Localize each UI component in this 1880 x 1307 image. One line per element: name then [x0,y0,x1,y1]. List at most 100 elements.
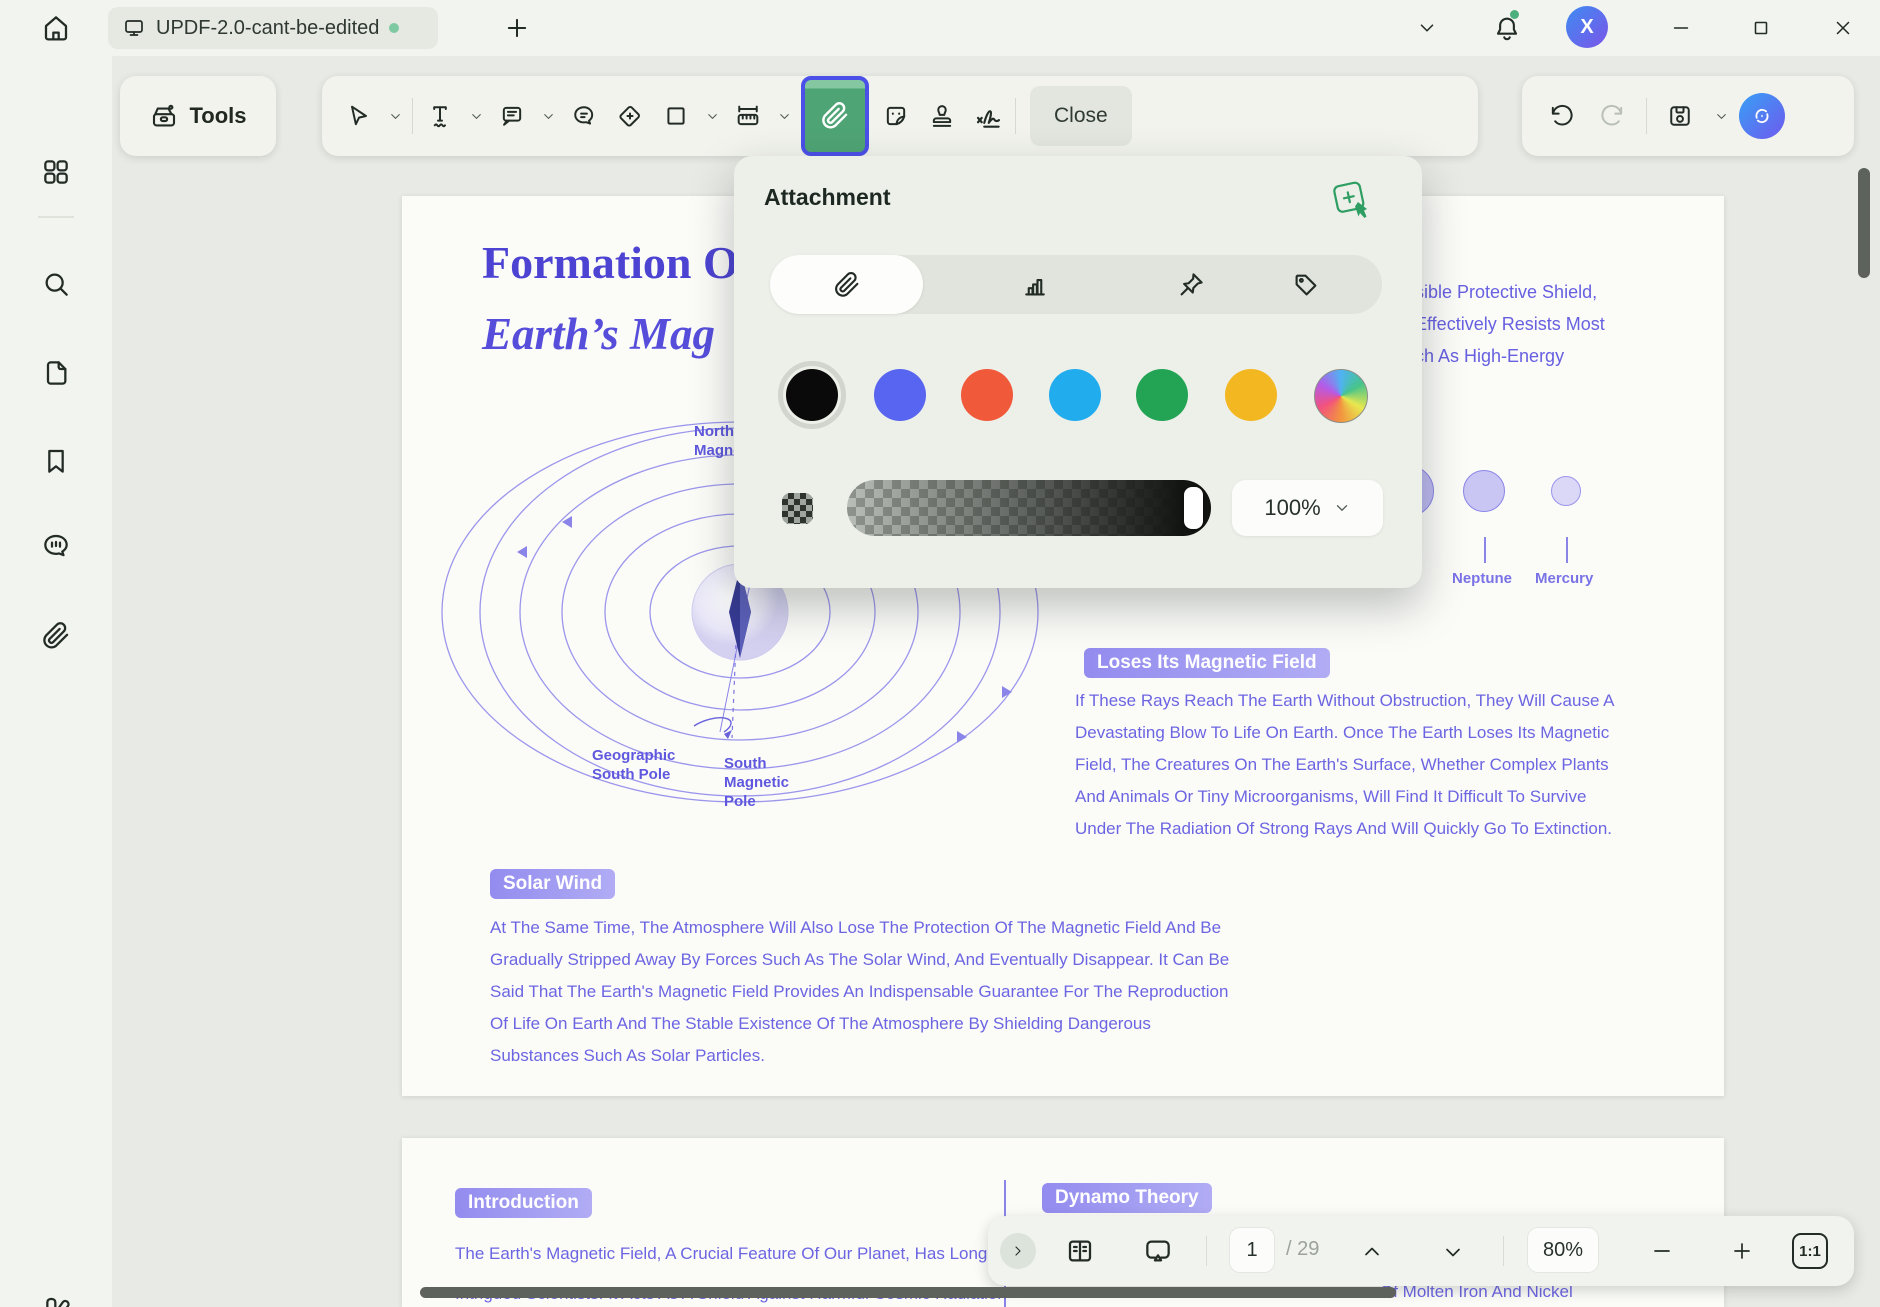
horizontal-scrollbar[interactable] [420,1287,1396,1298]
history-save-toolbar [1522,76,1854,156]
close-window-button[interactable] [1830,17,1856,39]
planet-circle-neptune [1463,470,1505,512]
toolbar-divider [412,98,413,134]
tab-attachment[interactable] [770,255,923,314]
popup-title: Attachment [764,184,891,210]
eraser-plus-button[interactable] [607,88,653,144]
close-label: Close [1054,104,1108,127]
page-layout-button[interactable] [1064,1235,1096,1267]
vertical-scrollbar[interactable] [1858,168,1870,278]
bookmark-icon[interactable] [40,445,72,477]
tools-button[interactable]: Tools [120,76,276,156]
shape-tool-chevron-icon[interactable] [699,88,725,144]
zoom-out-button[interactable] [1650,1239,1674,1263]
new-tab-button[interactable] [503,14,531,42]
select-tool-chevron-icon[interactable] [382,88,408,144]
left-sidebar [0,56,112,1307]
right-col-line: Effectively Resists Most [1415,314,1605,334]
notifications-button[interactable] [1492,10,1522,44]
page-navigation-bar: 1 / 29 80% 1:1 [988,1216,1854,1286]
color-swatch-green[interactable] [1136,369,1188,421]
home-button[interactable] [40,12,72,44]
document-tab[interactable]: UPDF-2.0-cant-be-edited [108,7,438,49]
comment-tool-chevron-icon[interactable] [535,88,561,144]
undo-button[interactable] [1538,88,1584,144]
previous-page-button[interactable] [1360,1240,1384,1264]
notification-dot [1510,10,1519,19]
introduction-badge: Introduction [455,1188,592,1218]
dynamo-theory-badge: Dynamo Theory [1042,1183,1212,1213]
color-swatch-black[interactable] [778,361,846,429]
expand-bar-button[interactable] [1000,1233,1036,1269]
attachment-type-tabs [770,255,1382,314]
avatar[interactable]: X [1566,6,1608,48]
monitor-icon [122,16,146,40]
opacity-slider-handle[interactable] [1184,487,1203,529]
opacity-value: 100% [1264,495,1321,520]
opacity-dropdown[interactable]: 100% [1232,480,1383,536]
attachment-tool-button[interactable] [801,76,869,156]
typewriter-comment-button[interactable] [561,88,607,144]
solar-wind-paragraph: At The Same Time, The Atmosphere Will Al… [490,918,1230,1065]
color-swatch-orange[interactable] [961,369,1013,421]
text-tool-chevron-icon[interactable] [463,88,489,144]
text-tool-button[interactable] [417,88,463,144]
tab-chart[interactable] [958,255,1111,314]
comment-tool-button[interactable] [489,88,535,144]
actual-size-button[interactable]: 1:1 [1792,1233,1828,1269]
actual-size-label: 1:1 [1799,1242,1821,1260]
swatches-icon[interactable] [40,1291,72,1307]
doc-title-line2: Earth’s Mag [482,309,715,359]
sidebar-divider [38,216,74,218]
apps-grid-icon[interactable] [40,156,72,188]
opacity-slider[interactable] [847,480,1211,536]
tab-tag[interactable] [1229,255,1382,314]
planet-circle-mercury [1551,476,1581,506]
doc-title-line1: Formation O [482,237,739,288]
zoom-in-button[interactable] [1730,1239,1754,1263]
app-window: UPDF-2.0-cant-be-edited X Formation O Ea… [0,0,1880,1307]
planet-label-neptune: Neptune [1452,570,1512,587]
loses-badge: Loses Its Magnetic Field [1084,648,1330,678]
page-number-value: 1 [1246,1238,1258,1261]
stamp-tool-button[interactable] [919,88,965,144]
save-button[interactable] [1657,88,1703,144]
comments-panel-icon[interactable] [40,530,72,562]
redo-button[interactable] [1590,88,1636,144]
measure-tool-button[interactable] [725,88,771,144]
color-swatch-blue[interactable] [874,369,926,421]
transparency-chip[interactable] [782,493,813,524]
measure-tool-chevron-icon[interactable] [771,88,797,144]
tools-label: Tools [189,103,247,128]
unsaved-dot [389,23,400,33]
color-swatch-sky[interactable] [1049,369,1101,421]
close-tool-button[interactable]: Close [1030,86,1132,146]
signature-tool-button[interactable] [965,88,1011,144]
paperclip-icon [819,100,851,132]
geographic-south-pole-label: Geographic South Pole [592,747,676,783]
presentation-mode-button[interactable] [1142,1235,1174,1267]
minimize-button[interactable] [1668,17,1694,39]
next-page-button[interactable] [1441,1240,1465,1264]
add-attachment-icon[interactable] [1328,178,1376,224]
page-number-input[interactable]: 1 [1230,1228,1274,1272]
titlebar-chevron-down-icon[interactable] [1414,17,1440,39]
color-swatch-yellow[interactable] [1225,369,1277,421]
bottombar-divider [1503,1236,1504,1266]
ai-swirl-icon [1748,102,1776,130]
color-swatch-custom[interactable] [1314,369,1368,423]
attachments-panel-icon[interactable] [40,620,72,652]
save-chevron-icon[interactable] [1709,88,1733,144]
ai-assistant-button[interactable] [1739,93,1785,139]
zoom-level-value: 80% [1542,1238,1584,1261]
planet-tick [1484,537,1486,563]
shape-tool-button[interactable] [653,88,699,144]
search-icon[interactable] [40,268,72,300]
right-col-line: ch As High-Energy [1415,346,1565,366]
opacity-chevron-icon [1333,499,1351,517]
sticker-tool-button[interactable] [873,88,919,144]
select-tool-button[interactable] [336,88,382,144]
pages-icon[interactable] [40,357,72,389]
zoom-level-input[interactable]: 80% [1528,1228,1598,1272]
maximize-button[interactable] [1748,17,1774,39]
